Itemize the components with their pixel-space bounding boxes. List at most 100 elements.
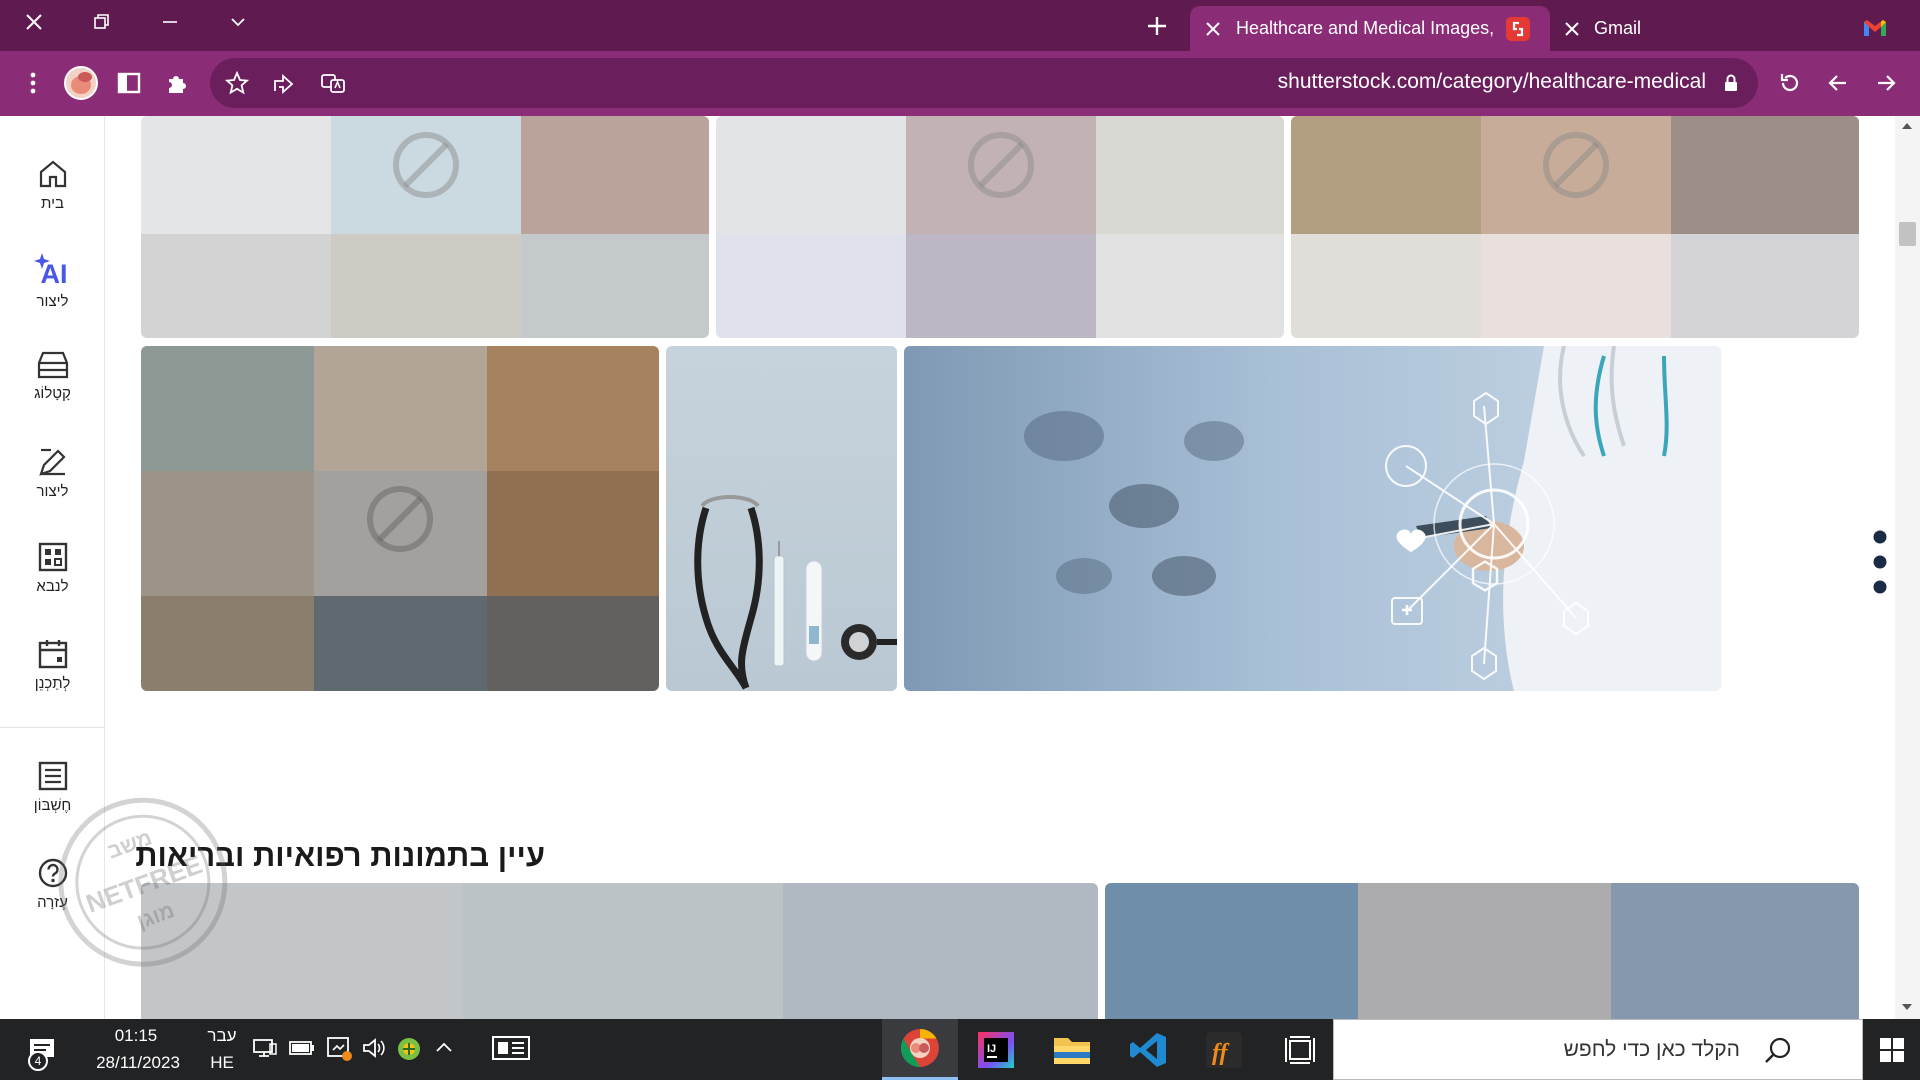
share-button[interactable] <box>264 62 306 104</box>
avatar <box>64 66 98 100</box>
image-unavailable-icon <box>1543 132 1609 198</box>
sidebar-item-plan[interactable]: לְתַכְנֵן <box>0 638 105 692</box>
svg-text:ff: ff <box>1212 1040 1230 1066</box>
home-icon <box>39 160 66 188</box>
more-vertical-icon <box>30 72 36 94</box>
close-icon <box>26 14 42 30</box>
arrow-right-icon <box>1878 75 1896 91</box>
taskbar-chrome-profile[interactable] <box>882 1019 958 1080</box>
back-button[interactable] <box>1817 62 1859 104</box>
sidebar-item-label: ליצור <box>36 483 69 500</box>
sidebar-item-ai-create[interactable]: AI ליצור <box>0 252 105 310</box>
stethoscope-photo <box>694 495 897 690</box>
green-tray-icon[interactable] <box>397 1037 421 1061</box>
network-icon[interactable] <box>252 1036 278 1060</box>
edit-icon <box>38 448 66 476</box>
vertical-scrollbar[interactable] <box>1895 116 1920 1019</box>
image-tile-placeholder[interactable] <box>141 116 709 338</box>
scroll-up-icon[interactable] <box>1901 122 1913 130</box>
image-tile-placeholder[interactable] <box>1105 883 1859 1019</box>
news-widget-button[interactable] <box>492 1036 530 1060</box>
image-unavailable-icon <box>968 132 1034 198</box>
sidebar-item-label: קָטָלוֹג <box>34 385 71 402</box>
sidebar-item-home[interactable]: בית <box>0 158 105 212</box>
translate-icon <box>321 74 345 93</box>
scroll-down-icon[interactable] <box>1901 1003 1913 1011</box>
taskbar-fontforge[interactable]: ff <box>1186 1019 1262 1080</box>
tab-close-button[interactable] <box>1550 21 1594 36</box>
share-icon <box>274 73 294 95</box>
image-tile-doctor-tablet[interactable] <box>904 346 1721 691</box>
catalog-icon <box>37 351 68 379</box>
lock-icon <box>1725 74 1737 91</box>
url-text[interactable]: shutterstock.com/category/healthcare-med… <box>1278 70 1706 94</box>
bookmark-button[interactable] <box>216 62 258 104</box>
reload-icon <box>1780 74 1799 92</box>
forward-button[interactable] <box>1865 62 1907 104</box>
side-panel-button[interactable] <box>108 62 150 104</box>
close-window-button[interactable] <box>0 0 68 44</box>
image-unavailable-icon <box>367 486 433 552</box>
vscode-icon <box>1130 1032 1166 1067</box>
app-tray-icon[interactable] <box>325 1034 353 1062</box>
sidebar-divider <box>0 727 105 728</box>
input-language-code[interactable]: HE <box>205 1053 239 1073</box>
image-tile-stethoscope[interactable] <box>666 346 897 691</box>
tab-search-button[interactable] <box>204 0 272 44</box>
image-tile-placeholder[interactable] <box>716 116 1284 338</box>
list-icon <box>38 761 67 791</box>
tab-healthcare[interactable]: Healthcare and Medical Images, <box>1190 6 1550 51</box>
chevron-down-icon <box>231 18 245 27</box>
battery-icon[interactable] <box>289 1040 315 1056</box>
sidebar-item-create[interactable]: ליצור <box>0 446 105 500</box>
extensions-button[interactable] <box>156 62 198 104</box>
reload-button[interactable] <box>1769 62 1811 104</box>
scrollbar-thumb[interactable] <box>1899 222 1916 246</box>
taskbar-vscode[interactable] <box>1110 1019 1186 1080</box>
sidebar-item-label: לנבא <box>36 578 69 595</box>
start-button[interactable] <box>1863 1019 1920 1080</box>
sidebar-item-predict[interactable]: לנבא <box>0 541 105 595</box>
clock-time[interactable]: 01:15 <box>112 1026 160 1046</box>
new-tab-button[interactable] <box>1122 4 1192 48</box>
restore-icon <box>94 14 109 29</box>
site-info-button[interactable] <box>1710 62 1752 104</box>
image-tile-placeholder[interactable] <box>141 346 659 691</box>
input-language[interactable]: עבר <box>205 1026 239 1046</box>
browser-menu-button[interactable] <box>12 62 54 104</box>
tab-gmail[interactable]: Gmail <box>1550 6 1920 51</box>
sidebar-item-catalog[interactable]: קָטָלוֹג <box>0 350 105 402</box>
task-view-icon <box>1285 1035 1315 1064</box>
profile-avatar-button[interactable] <box>60 62 102 104</box>
tab-title: Gmail <box>1594 18 1642 38</box>
search-placeholder: הקלד כאן כדי לחפש <box>1563 1038 1740 1061</box>
taskbar-search-box[interactable]: הקלד כאן כדי לחפש <box>1333 1019 1863 1080</box>
calendar-icon <box>38 640 67 669</box>
minimize-window-button[interactable] <box>136 0 204 44</box>
taskbar-task-view[interactable] <box>1262 1019 1338 1080</box>
taskbar-intellij[interactable]: IJ <box>958 1019 1034 1080</box>
action-center-button[interactable]: 4 <box>24 1033 64 1073</box>
restore-window-button[interactable] <box>68 0 136 44</box>
tab-close-button[interactable] <box>1190 21 1236 36</box>
notification-count-badge: 4 <box>28 1051 48 1071</box>
sidebar-item-account[interactable]: חֶשְׁבּוֹן <box>0 760 105 814</box>
tab-title: Healthcare and Medical Images, <box>1236 18 1495 38</box>
gmail-favicon-icon <box>1862 18 1892 40</box>
folder-icon <box>1054 1037 1090 1064</box>
translate-button[interactable] <box>312 62 354 104</box>
carousel-pagination[interactable] <box>1873 530 1887 594</box>
image-tile-placeholder[interactable] <box>1291 116 1859 338</box>
doctor-tablet-photo <box>1024 346 1721 691</box>
sidebar-item-label: לְתַכְנֵן <box>34 675 71 692</box>
clock-date[interactable]: 28/11/2023 <box>88 1053 188 1073</box>
volume-icon[interactable] <box>361 1036 387 1060</box>
show-hidden-icons-button[interactable] <box>434 1040 454 1054</box>
ai-icon: AI <box>33 252 73 288</box>
chrome-profile-icon <box>900 1029 939 1067</box>
sidebar-item-label: חֶשְׁבּוֹן <box>33 797 72 814</box>
image-tile-placeholder[interactable] <box>141 883 1098 1019</box>
taskbar-file-explorer[interactable] <box>1034 1019 1110 1080</box>
puzzle-icon <box>169 76 186 93</box>
intellij-icon: IJ <box>978 1031 1014 1068</box>
